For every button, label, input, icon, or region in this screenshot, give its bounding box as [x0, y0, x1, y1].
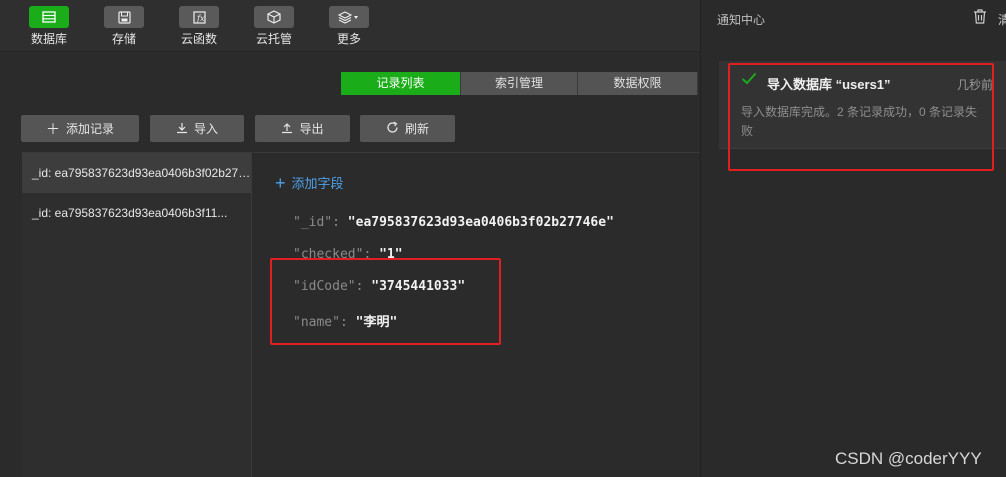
- layers-icon: [329, 6, 369, 28]
- toolbar-more-label: 更多: [336, 32, 361, 46]
- toolbar-function-button[interactable]: fx 云函数: [169, 6, 229, 46]
- field-value: "ea795837623d93ea0406b3f02b27746e": [347, 215, 614, 230]
- field-key: "_id":: [293, 215, 340, 230]
- watermark: CSDN @coderYYY: [835, 449, 982, 468]
- import-label: 导入: [193, 122, 218, 136]
- record-list-item[interactable]: _id: ea795837623d93ea0406b3f11...: [22, 193, 251, 233]
- record-list-item[interactable]: _id: ea795837623d93ea0406b3f02b27746e: [22, 153, 251, 193]
- trash-icon[interactable]: [973, 9, 987, 28]
- svg-text:fx: fx: [196, 14, 205, 23]
- record-tabs: 记录列表 索引管理 数据权限: [341, 72, 698, 95]
- toolbar-hosting-button[interactable]: 云托管: [244, 6, 304, 46]
- toolbar-more-button[interactable]: 更多: [319, 6, 379, 46]
- record-list: _id: ea795837623d93ea0406b3f02b27746e _i…: [22, 152, 252, 477]
- add-field-label: 添加字段: [291, 176, 344, 191]
- storage-icon: [104, 6, 144, 28]
- refresh-label: 刷新: [404, 122, 429, 136]
- upload-icon: [281, 121, 293, 137]
- clear-notifications-button[interactable]: 清空: [998, 11, 1006, 28]
- tab-index-management[interactable]: 索引管理: [461, 72, 578, 95]
- cube-icon: [254, 6, 294, 28]
- add-field-button[interactable]: + 添加字段: [275, 173, 344, 192]
- add-record-button[interactable]: ＋ 添加记录: [21, 115, 139, 142]
- toolbar-hosting-label: 云托管: [255, 32, 292, 46]
- highlight-box-notification: [728, 63, 994, 171]
- highlight-box-fields: [270, 258, 501, 345]
- top-toolbar: 数据库 存储 fx 云函数 云托管 更多: [0, 0, 700, 52]
- notification-center-title: 通知中心: [717, 13, 766, 27]
- toolbar-database-button[interactable]: 数据库: [19, 6, 79, 46]
- plus-icon: ＋: [45, 120, 60, 137]
- refresh-button[interactable]: 刷新: [360, 115, 455, 142]
- plus-icon: +: [275, 172, 286, 193]
- refresh-icon: [386, 121, 399, 137]
- download-icon: [176, 121, 188, 137]
- export-button[interactable]: 导出: [255, 115, 350, 142]
- tab-data-permissions[interactable]: 数据权限: [578, 72, 698, 95]
- field-row-id[interactable]: "_id": "ea795837623d93ea0406b3f02b27746e…: [293, 215, 614, 230]
- toolbar-database-label: 数据库: [30, 32, 67, 46]
- toolbar-storage-button[interactable]: 存储: [94, 6, 154, 46]
- function-icon: fx: [179, 6, 219, 28]
- database-icon: [29, 6, 69, 28]
- toolbar-function-label: 云函数: [180, 32, 217, 46]
- import-button[interactable]: 导入: [150, 115, 244, 142]
- tab-record-list[interactable]: 记录列表: [341, 72, 461, 95]
- toolbar-storage-label: 存储: [111, 32, 136, 46]
- export-label: 导出: [299, 122, 324, 136]
- add-record-label: 添加记录: [65, 122, 114, 136]
